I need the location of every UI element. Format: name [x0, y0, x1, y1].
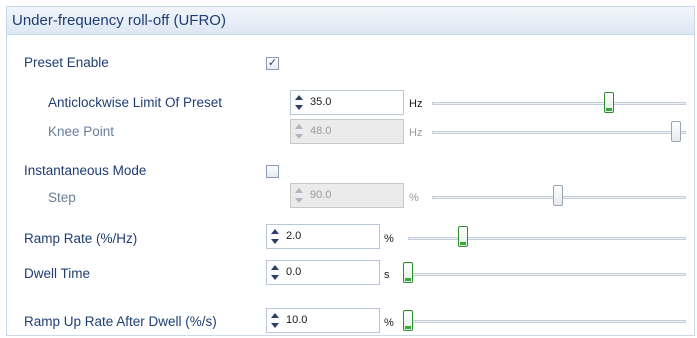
ramp-up-rate-value: 10.0: [286, 314, 308, 326]
instantaneous-mode-checkbox[interactable]: [266, 165, 279, 178]
ramp-rate-slider-thumb[interactable]: [458, 226, 468, 247]
dwell-time-label: Dwell Time: [24, 266, 91, 281]
dwell-time-slider-track[interactable]: [408, 273, 686, 276]
anticlockwise-limit-slider-thumb[interactable]: [604, 92, 614, 113]
spinner-arrows-icon[interactable]: [295, 188, 303, 204]
panel-header: Under-frequency roll-off (UFRO): [7, 7, 694, 35]
step-value: 90.0: [310, 189, 332, 201]
ramp-up-rate-label: Ramp Up Rate After Dwell (%/s): [24, 314, 217, 329]
checkmark-icon: ✓: [267, 57, 278, 69]
ufro-panel: Under-frequency roll-off (UFRO) Preset E…: [6, 6, 695, 336]
preset-enable-checkbox[interactable]: ✓: [266, 57, 279, 70]
dwell-time-value: 0.0: [286, 266, 302, 278]
spinner-arrows-icon[interactable]: [271, 265, 279, 281]
panel-title: Under-frequency roll-off (UFRO): [12, 12, 226, 29]
preset-enable-label: Preset Enable: [24, 55, 109, 70]
ramp-rate-value: 2.0: [286, 230, 302, 242]
step-unit: %: [409, 192, 419, 204]
spinner-arrows-icon[interactable]: [271, 229, 279, 245]
step-spinner[interactable]: 90.0: [290, 183, 404, 208]
anticlockwise-limit-label: Anticlockwise Limit Of Preset: [48, 95, 223, 110]
knee-point-value: 48.0: [310, 125, 332, 137]
ramp-rate-unit: %: [384, 233, 394, 245]
spinner-arrows-icon[interactable]: [271, 313, 279, 329]
dwell-time-slider-thumb[interactable]: [403, 262, 413, 283]
anticlockwise-limit-slider-track[interactable]: [432, 102, 686, 105]
dwell-time-unit: s: [384, 269, 390, 281]
ramp-up-rate-spinner[interactable]: 10.0: [266, 308, 380, 333]
ramp-rate-spinner[interactable]: 2.0: [266, 224, 380, 249]
anticlockwise-limit-unit: Hz: [409, 98, 423, 110]
knee-point-slider-track[interactable]: [432, 131, 686, 134]
knee-point-slider-thumb[interactable]: [671, 121, 681, 142]
anticlockwise-limit-spinner[interactable]: 35.0: [290, 90, 404, 115]
ramp-up-rate-slider-thumb[interactable]: [403, 310, 413, 331]
step-slider-thumb[interactable]: [553, 185, 563, 206]
knee-point-spinner[interactable]: 48.0: [290, 119, 404, 144]
spinner-arrows-icon[interactable]: [295, 124, 303, 140]
spinner-arrows-icon[interactable]: [295, 95, 303, 111]
anticlockwise-limit-value: 35.0: [310, 96, 332, 108]
dwell-time-spinner[interactable]: 0.0: [266, 260, 380, 285]
ramp-rate-slider-track[interactable]: [408, 237, 686, 240]
knee-point-label: Knee Point: [48, 124, 115, 139]
ramp-rate-label: Ramp Rate (%/Hz): [24, 231, 138, 246]
instantaneous-mode-label: Instantaneous Mode: [24, 163, 147, 178]
step-label: Step: [48, 190, 76, 205]
ramp-up-rate-unit: %: [384, 317, 394, 329]
knee-point-unit: Hz: [409, 127, 423, 139]
ramp-up-rate-slider-track[interactable]: [408, 320, 686, 323]
